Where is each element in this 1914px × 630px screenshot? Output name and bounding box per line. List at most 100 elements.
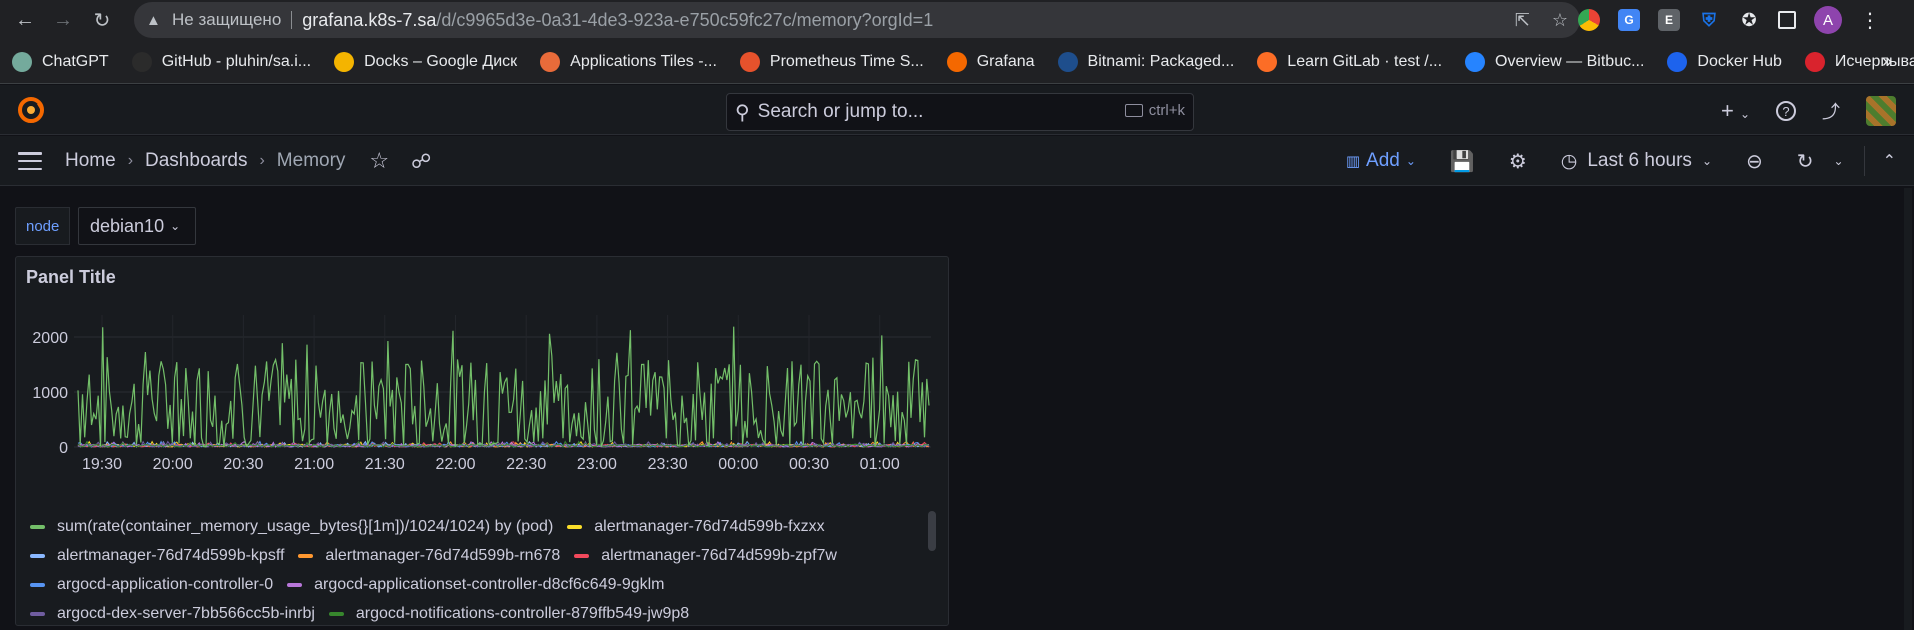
- time-series-panel[interactable]: Panel Title 0 1000 2000 19:30 20:00 20:30 21:0…: [15, 256, 949, 626]
- x-tick-label: 20:30: [223, 456, 263, 473]
- share-icon[interactable]: ⇱: [1515, 10, 1530, 31]
- legend-item[interactable]: argocd-notifications-controller-879ffb54…: [328, 604, 690, 623]
- share-icon[interactable]: ☍: [411, 149, 431, 174]
- user-avatar[interactable]: [1866, 96, 1896, 126]
- search-placeholder: Search or jump to...: [757, 101, 924, 122]
- legend-label: alertmanager-76d74d599b-kpsff: [57, 546, 285, 564]
- bookmark-star-icon[interactable]: ☆: [1552, 10, 1568, 31]
- translate-extension-icon[interactable]: G: [1618, 9, 1640, 31]
- bookmark-item[interactable]: Docker Hub: [1667, 51, 1782, 72]
- bookmarks-overflow-icon[interactable]: »: [1882, 51, 1892, 72]
- news-feed-icon[interactable]: ⤴: [1822, 98, 1840, 124]
- add-button[interactable]: ▥ Add ⌄: [1346, 150, 1416, 172]
- bookmark-label: Learn GitLab · test /...: [1287, 52, 1443, 70]
- panel-title: Panel Title: [26, 267, 116, 287]
- legend-item[interactable]: alertmanager-76d74d599b-rn678: [298, 547, 560, 565]
- warning-icon: ▲: [146, 11, 161, 29]
- breadcrumb-current: Memory: [276, 150, 346, 171]
- legend-label: argocd-notifications-controller-879ffb54…: [355, 604, 690, 622]
- bookmark-item[interactable]: ChatGPT: [12, 51, 109, 72]
- bookmark-item[interactable]: Grafana: [946, 51, 1035, 72]
- address-separator: [291, 11, 293, 29]
- forward-arrow-icon[interactable]: →: [48, 5, 78, 35]
- time-picker[interactable]: ◷ Last 6 hours ⌄: [1561, 150, 1712, 173]
- legend-item[interactable]: argocd-application-controller-0: [30, 576, 273, 594]
- insecure-label: Не защищено: [172, 10, 282, 29]
- bookmark-label: Overview — Bitbuc...: [1495, 52, 1645, 70]
- legend-row: sum(rate(container_memory_usage_bytes{}[…: [30, 512, 930, 541]
- save-icon[interactable]: 💾: [1450, 149, 1475, 174]
- page-scrollbar[interactable]: [1904, 188, 1912, 630]
- e-extension-icon[interactable]: E: [1658, 9, 1680, 31]
- x-tick-label: 22:30: [506, 456, 546, 473]
- y-tick-label: 2000: [32, 330, 68, 347]
- chevron-down-icon: ⌄: [1701, 154, 1712, 168]
- gear-icon[interactable]: ⚙: [1509, 149, 1527, 174]
- breadcrumb-home[interactable]: Home: [65, 150, 116, 172]
- legend-item[interactable]: sum(rate(container_memory_usage_bytes{}[…: [30, 518, 553, 536]
- menu-icon[interactable]: [18, 152, 42, 170]
- bookmark-item[interactable]: Prometheus Time S...: [739, 51, 924, 72]
- kebab-menu-icon[interactable]: ⋮: [1860, 8, 1880, 33]
- keyboard-icon: [1124, 104, 1143, 117]
- legend-item[interactable]: alertmanager-76d74d599b-zpf7w: [574, 547, 837, 565]
- bookmark-item[interactable]: Исчерпывающая...: [1804, 51, 1914, 72]
- toolbar-divider: [1863, 146, 1865, 176]
- series-line[interactable]: [77, 326, 930, 448]
- legend-item[interactable]: alertmanager-76d74d599b-kpsff: [30, 547, 284, 565]
- x-tick-label: 01:00: [860, 456, 900, 473]
- search-bar[interactable]: ⚲ Search or jump to... ctrl+k: [726, 93, 1194, 131]
- legend-item[interactable]: alertmanager-76d74d599b-fxzxx: [567, 518, 825, 536]
- bookmark-label: Prometheus Time S...: [769, 52, 924, 70]
- legend-scrollbar[interactable]: [928, 511, 936, 551]
- legend-row: argocd-application-controller-0 argocd-ap…: [30, 570, 930, 599]
- variable-select[interactable]: debian10 ⌄: [78, 207, 196, 245]
- grafana-logo-icon[interactable]: [16, 95, 46, 125]
- legend-label: argocd-applicationset-controller-d8cf6c6…: [314, 575, 665, 593]
- x-tick-label: 19:30: [82, 456, 122, 473]
- legend-swatch: [287, 582, 303, 587]
- bookmark-favicon-icon: [1465, 51, 1486, 72]
- browser-toolbar: ← → ↻ ▲ Не защищено grafana.k8s-7.sa/d/c…: [0, 0, 1914, 40]
- legend-swatch: [30, 553, 45, 558]
- bookmark-item[interactable]: Learn GitLab · test /...: [1257, 51, 1443, 72]
- bookmark-label: Applications Tiles -...: [570, 52, 717, 70]
- legend-swatch: [30, 582, 45, 587]
- breadcrumb-dashboards[interactable]: Dashboards: [145, 150, 247, 172]
- chrome-extension-icon[interactable]: [1578, 9, 1600, 31]
- bookmark-favicon-icon: [12, 51, 32, 72]
- shield-extension-icon[interactable]: ⛨: [1698, 9, 1720, 31]
- bar-chart-icon: ▥: [1345, 153, 1361, 170]
- bookmark-label: GitHub - pluhin/sa.i...: [161, 52, 312, 70]
- x-tick-label: 23:30: [648, 456, 688, 473]
- variable-label: node: [15, 207, 71, 245]
- bookmark-item[interactable]: GitHub - pluhin/sa.i...: [131, 51, 312, 72]
- collapse-chevron-up-icon[interactable]: ⌃: [1883, 151, 1896, 171]
- reload-icon[interactable]: ↻: [87, 5, 117, 35]
- bookmark-item[interactable]: Docks – Google Диск: [334, 51, 517, 72]
- zoom-out-icon[interactable]: ⊖: [1746, 149, 1763, 174]
- legend-item[interactable]: argocd-applicationset-controller-d8cf6c6…: [287, 575, 665, 594]
- chart-legend: sum(rate(container_memory_usage_bytes{}[…: [30, 512, 930, 625]
- bookmark-item[interactable]: Bitnami: Packaged...: [1057, 51, 1234, 72]
- profile-avatar[interactable]: A: [1814, 6, 1842, 34]
- help-icon[interactable]: ?: [1776, 101, 1796, 121]
- address-bar[interactable]: ▲ Не защищено grafana.k8s-7.sa/d/c9965d3…: [134, 2, 1580, 38]
- bookmark-favicon-icon: [334, 51, 355, 72]
- legend-swatch: [574, 553, 590, 558]
- side-panel-icon[interactable]: [1778, 11, 1796, 29]
- new-plus-icon[interactable]: + ⌄: [1721, 98, 1750, 124]
- refresh-interval-chevron-icon[interactable]: ⌄: [1834, 154, 1844, 168]
- puzzle-icon[interactable]: ✪: [1738, 9, 1760, 31]
- legend-item[interactable]: argocd-dex-server-7bb566cc5b-inrbj: [30, 605, 315, 623]
- bookmarks-bar: ChatGPT GitHub - pluhin/sa.i... Docks – Go…: [0, 40, 1914, 84]
- bookmark-favicon-icon: [739, 51, 760, 72]
- bookmark-item[interactable]: Overview — Bitbuc...: [1465, 51, 1645, 72]
- legend-label: argocd-application-controller-0: [57, 575, 274, 593]
- back-arrow-icon[interactable]: ←: [10, 5, 40, 35]
- bookmark-item[interactable]: Applications Tiles -...: [540, 51, 717, 72]
- grafana-top-nav: ⚲ Search or jump to... ctrl+k + ⌄ ? ⤴: [0, 85, 1914, 135]
- refresh-icon[interactable]: ↻: [1797, 149, 1814, 174]
- star-icon[interactable]: ☆: [369, 148, 389, 174]
- legend-swatch: [567, 524, 583, 529]
